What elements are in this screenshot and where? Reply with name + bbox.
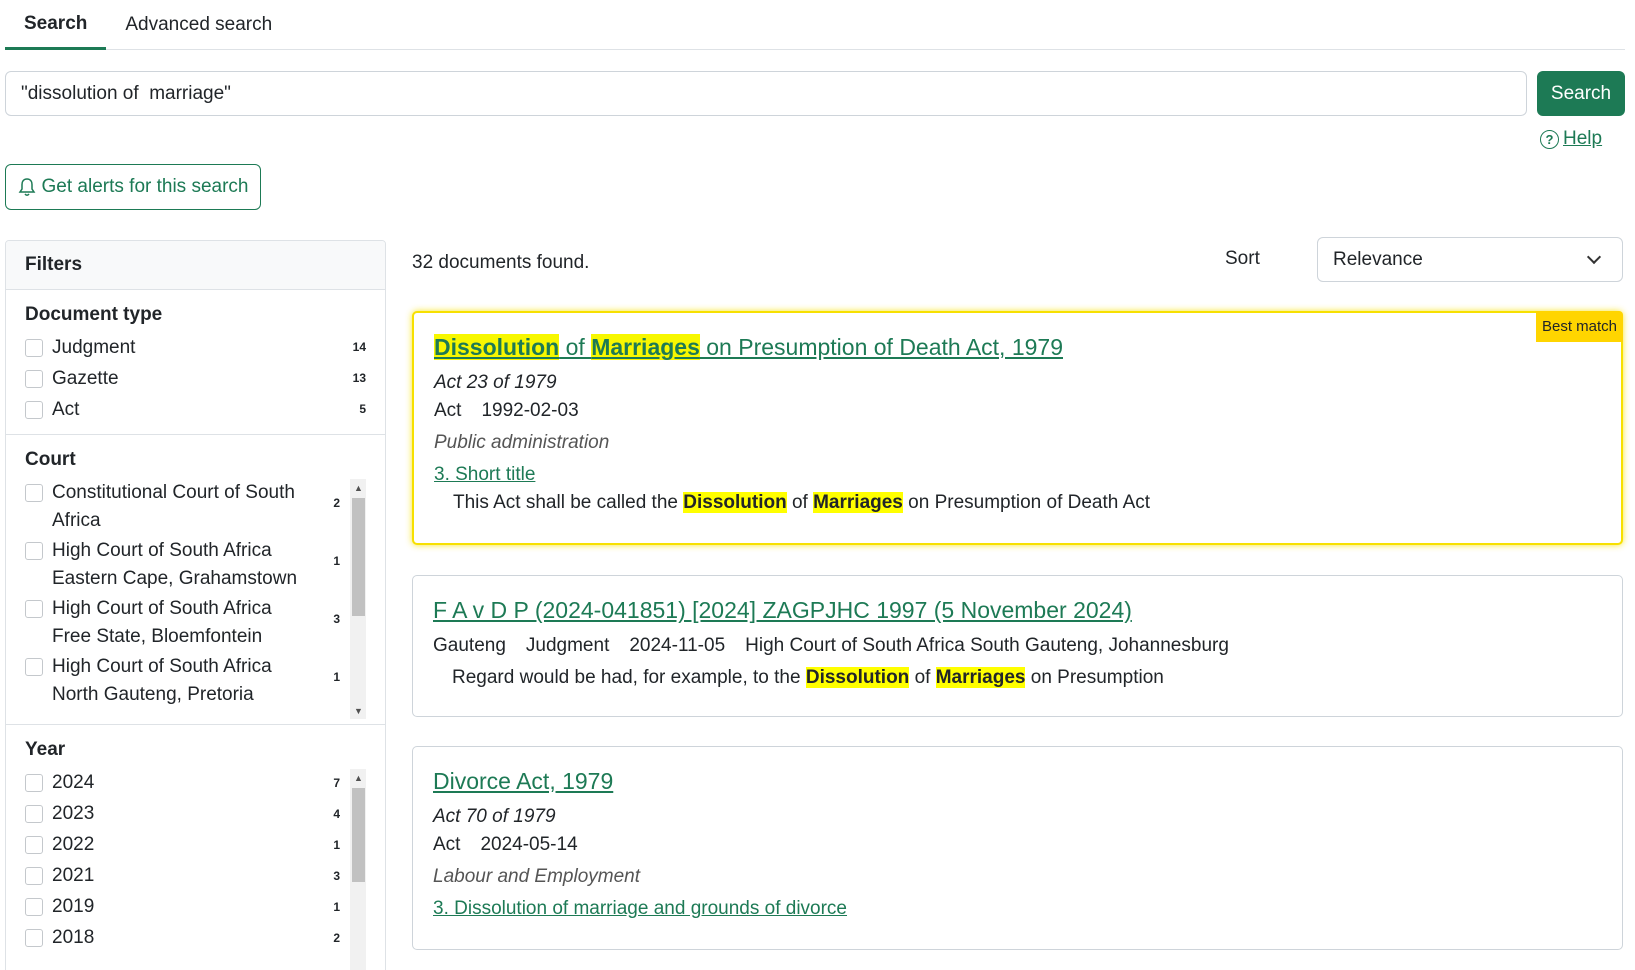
result-card: Best match Dissolution of Marriages on P… [412,311,1623,545]
result-citation: Act 70 of 1979 [433,806,556,827]
count-badge: 7 [333,776,340,790]
checkbox[interactable] [25,867,43,885]
checkbox[interactable] [25,658,43,676]
result-subject: Labour and Employment [433,866,641,887]
filter-option-court[interactable]: High Court of South Africa Eastern Cape,… [25,537,366,595]
result-meta: Act 1992-02-03 [434,397,1601,425]
checkbox[interactable] [25,401,43,419]
tab-search[interactable]: Search [5,0,107,50]
provision-link[interactable]: 3. Dissolution of marriage and grounds o… [433,895,1602,923]
result-snippet: Regard would be had, for example, to the… [452,667,1164,688]
filter-option-year[interactable]: 2019 1 [25,893,366,924]
scroll-down-icon[interactable]: ▼ [350,702,366,719]
checkbox[interactable] [25,542,43,560]
count-badge: 3 [333,869,340,883]
search-button[interactable]: Search [1537,71,1625,116]
year-options-list: 2024 7 2023 4 2022 1 2021 3 2019 1 2018 … [25,769,366,970]
checkbox[interactable] [25,339,43,357]
scroll-up-icon[interactable]: ▲ [350,479,366,496]
count-badge: 4 [333,807,340,821]
get-alerts-label: Get alerts for this search [41,176,249,197]
checkbox[interactable] [25,484,43,502]
count-badge: 14 [352,340,366,354]
bell-icon [18,178,35,196]
filter-option-gazette[interactable]: Gazette 13 [25,365,366,396]
filter-option-court[interactable]: High Court of South Africa North Gauteng… [25,653,366,711]
doc-type: Act [433,834,461,855]
doc-date: 1992-02-03 [481,400,579,421]
result-title-link[interactable]: Divorce Act, 1979 [433,765,1602,797]
doc-type: Act [434,400,462,421]
checkbox[interactable] [25,805,43,823]
provision-link[interactable]: 3. Short title [434,461,1601,489]
chevron-down-icon [1586,249,1602,265]
filter-option-year[interactable]: 2021 3 [25,862,366,893]
result-card: F A v D P (2024-041851) [2024] ZAGPJHC 1… [412,575,1623,717]
doc-court: High Court of South Africa South Gauteng… [745,635,1229,656]
filter-option-judgment[interactable]: Judgment 14 [25,334,366,365]
filters-panel: Filters Document type Judgment 14 Gazett… [5,240,386,970]
count-badge: 5 [359,402,366,416]
doc-date: 2024-11-05 [629,635,726,656]
get-alerts-button[interactable]: Get alerts for this search [5,164,261,210]
filter-title-court: Court [25,449,76,470]
court-options-list: Constitutional Court of South Africa 2 H… [25,479,366,719]
result-card: Divorce Act, 1979 Act 70 of 1979 Act 202… [412,746,1623,950]
filter-option-year[interactable]: 2022 1 [25,831,366,862]
checkbox[interactable] [25,836,43,854]
result-title-link[interactable]: Dissolution of Marriages on Presumption … [434,331,1601,363]
doc-location: Gauteng [433,635,506,656]
result-meta: Gauteng Judgment 2024-11-05 High Court o… [433,632,1602,660]
count-badge: 13 [352,371,366,385]
filter-court: Court Constitutional Court of South Afri… [6,435,385,725]
filter-option-year[interactable]: 2018 2 [25,924,366,955]
sort-label: Sort [1225,248,1260,269]
filter-option-court[interactable]: High Court of South Africa Free State, B… [25,595,366,653]
filter-option-year[interactable]: 2023 4 [25,800,366,831]
filter-document-type: Document type Judgment 14 Gazette 13 Act… [6,290,385,435]
filter-title-document-type: Document type [25,304,163,325]
doc-date: 2024-05-14 [480,834,578,855]
checkbox[interactable] [25,600,43,618]
result-meta: Act 2024-05-14 [433,831,1602,859]
question-circle-icon: ? [1540,129,1559,149]
scrollbar-thumb[interactable] [352,498,365,616]
count-badge: 1 [333,900,340,914]
checkbox[interactable] [25,929,43,947]
result-citation: Act 23 of 1979 [434,372,557,393]
search-tabs: Search Advanced search [5,0,1625,50]
checkbox[interactable] [25,774,43,792]
scrollbar-thumb[interactable] [352,788,365,882]
tab-advanced-search[interactable]: Advanced search [106,0,291,50]
best-match-badge: Best match [1535,311,1623,342]
filters-header: Filters [6,241,385,290]
court-scrollbar[interactable]: ▲ ▼ [350,479,366,719]
sort-value: Relevance [1333,248,1423,270]
checkbox[interactable] [25,370,43,388]
filter-option-year[interactable]: 2024 7 [25,769,366,800]
sort-select[interactable]: Relevance [1317,237,1623,282]
filter-title-year: Year [25,739,66,760]
filter-option-act[interactable]: Act 5 [25,396,366,427]
count-badge: 1 [333,670,340,684]
filter-year: Year 2024 7 2023 4 2022 1 2021 3 2019 1 … [6,725,385,970]
help-label: Help [1563,128,1603,149]
result-snippet: This Act shall be called the Dissolution… [453,492,1151,513]
help-link[interactable]: ? Help [1540,128,1602,150]
scroll-up-icon[interactable]: ▲ [350,769,366,786]
filter-option-court[interactable]: Constitutional Court of South Africa 2 [25,479,366,537]
search-input[interactable] [5,71,1527,116]
checkbox[interactable] [25,898,43,916]
result-subject: Public administration [434,432,610,453]
result-title-link[interactable]: F A v D P (2024-041851) [2024] ZAGPJHC 1… [433,594,1602,626]
count-badge: 1 [333,838,340,852]
count-badge: 1 [333,554,340,568]
results-count: 32 documents found. [412,252,590,273]
count-badge: 2 [333,496,340,510]
count-badge: 2 [333,931,340,945]
year-scrollbar[interactable]: ▲ [350,769,366,970]
doc-type: Judgment [525,635,610,656]
count-badge: 3 [333,612,340,626]
